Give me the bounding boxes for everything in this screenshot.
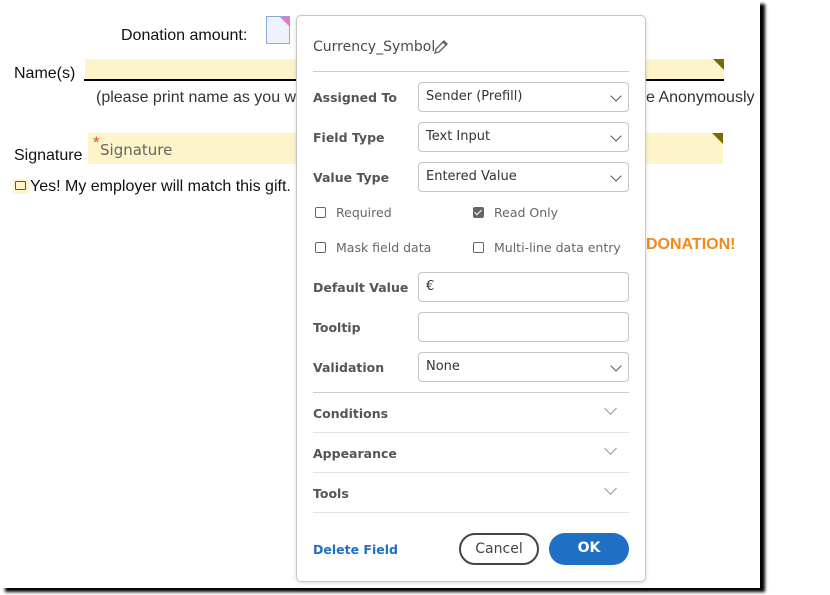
ok-button[interactable]: OK: [549, 533, 629, 565]
value-type-label: Value Type: [313, 170, 390, 185]
multiline-label: Multi-line data entry: [494, 240, 621, 255]
assigned-to-value: Sender (Prefill): [426, 89, 523, 104]
assigned-to-select[interactable]: Sender (Prefill): [418, 82, 629, 112]
currency-symbol-field[interactable]: [266, 16, 290, 44]
read-only-checkbox[interactable]: Read Only: [473, 205, 558, 220]
validation-select[interactable]: None: [418, 352, 629, 382]
divider: [313, 392, 629, 393]
mask-field-label: Mask field data: [336, 240, 432, 255]
value-type-select[interactable]: Entered Value: [418, 162, 629, 192]
divider: [313, 71, 629, 72]
chevron-down-icon: [610, 130, 622, 142]
chevron-down-icon: [604, 402, 617, 415]
multiline-checkbox[interactable]: Multi-line data entry: [473, 240, 621, 255]
appearance-label: Appearance: [313, 446, 397, 461]
donation-label: Donation amount:: [121, 27, 248, 44]
assigned-to-label: Assigned To: [313, 90, 397, 105]
tools-label: Tools: [313, 486, 349, 501]
signature-placeholder: Signature: [100, 141, 173, 159]
cancel-button[interactable]: Cancel: [459, 533, 539, 565]
chevron-down-icon: [604, 442, 617, 455]
default-value-text: €: [426, 279, 435, 294]
field-type-value: Text Input: [426, 129, 491, 144]
default-value-input[interactable]: €: [418, 272, 629, 302]
anonymous-hint: e Anonymously: [646, 89, 755, 106]
employer-match-label: Yes! My employer will match this gift.: [30, 178, 291, 195]
validation-label: Validation: [313, 360, 385, 375]
field-type-label: Field Type: [313, 130, 385, 145]
conditions-section[interactable]: Conditions: [313, 402, 629, 421]
required-label: Required: [336, 205, 392, 220]
tooltip-label: Tooltip: [313, 320, 361, 335]
divider: [313, 512, 629, 513]
mask-field-checkbox[interactable]: Mask field data: [315, 240, 431, 255]
chevron-down-icon: [604, 482, 617, 495]
chevron-down-icon: [610, 360, 622, 372]
divider: [313, 472, 629, 473]
appearance-section[interactable]: Appearance: [313, 442, 629, 461]
required-asterisk: *: [93, 133, 100, 152]
validation-value: None: [426, 359, 460, 374]
delete-field-link[interactable]: Delete Field: [313, 542, 398, 557]
name-hint: (please print name as you wou: [96, 89, 314, 106]
tooltip-input[interactable]: [418, 312, 629, 342]
required-checkbox[interactable]: Required: [315, 205, 392, 220]
field-type-select[interactable]: Text Input: [418, 122, 629, 152]
read-only-label: Read Only: [494, 205, 559, 220]
name-label: Name(s): [14, 65, 76, 82]
divider: [313, 432, 629, 433]
signature-label: Signature: [14, 147, 83, 164]
employer-match-checkbox[interactable]: [13, 179, 29, 194]
chevron-down-icon: [610, 170, 622, 182]
donation-banner: DONATION!: [646, 236, 736, 253]
field-name-title: Currency_Symbol: [313, 39, 436, 55]
tools-section[interactable]: Tools: [313, 482, 629, 501]
field-properties-dialog: Currency_Symbol Assigned To Sender (Pref…: [296, 15, 646, 582]
conditions-label: Conditions: [313, 406, 389, 421]
pencil-icon[interactable]: [432, 38, 450, 56]
chevron-down-icon: [610, 90, 622, 102]
value-type-value: Entered Value: [426, 169, 517, 184]
default-value-label: Default Value: [313, 280, 409, 295]
